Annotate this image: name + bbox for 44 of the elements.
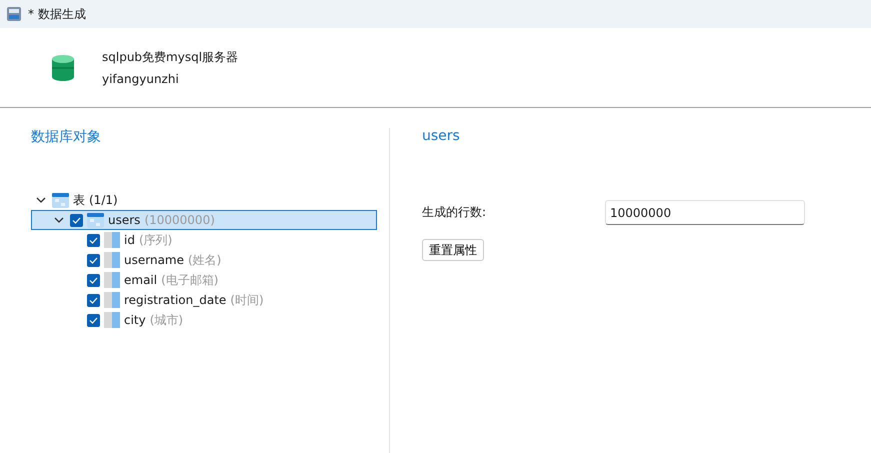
column-type: (序列) [138, 232, 172, 248]
tree-label: users [108, 213, 140, 227]
column-type: (时间) [230, 292, 264, 308]
tree-label: email [124, 273, 158, 287]
column-type: (电子邮箱) [161, 272, 218, 288]
tree-count: (1/1) [89, 193, 118, 207]
checkbox[interactable] [70, 214, 83, 226]
connection-name: sqlpub免费mysql服务器 [102, 49, 238, 66]
checkbox[interactable] [87, 234, 100, 246]
checkbox[interactable] [87, 254, 100, 266]
tree-label: registration_date [124, 293, 226, 307]
tree-item[interactable]: registration_date (时间) [31, 290, 377, 310]
tree-item[interactable]: 表 (1/1) [31, 190, 377, 210]
tree-item[interactable]: id (序列) [31, 230, 377, 250]
reset-button[interactable]: 重置属性 [422, 239, 484, 261]
column-icon [104, 292, 120, 308]
database-icon [52, 54, 74, 80]
tree-item[interactable]: username (姓名) [31, 250, 377, 270]
tree-item[interactable]: email (电子邮箱) [31, 270, 377, 290]
tree-label: city [124, 313, 146, 327]
window-title: * 数据生成 [28, 6, 86, 22]
data-icon [6, 6, 22, 22]
panel-heading: users [422, 128, 461, 146]
table-icon [52, 192, 69, 208]
column-type: (姓名) [188, 252, 222, 268]
checkbox[interactable] [87, 294, 100, 306]
column-type: (城市) [150, 312, 184, 328]
column-icon [104, 272, 120, 288]
tree-item[interactable]: city (城市) [31, 310, 377, 330]
input-field[interactable]: 10000000 [605, 200, 805, 225]
tree-label: id [124, 233, 135, 247]
column-icon [104, 232, 120, 248]
tree-label: 表 [73, 192, 85, 208]
panel-heading: 数据库对象 [31, 128, 102, 147]
tree-item[interactable]: users (10000000) [31, 210, 377, 230]
checkbox[interactable] [87, 274, 100, 286]
column-icon [104, 312, 120, 328]
field-label: 生成的行数: [422, 204, 488, 221]
checkbox[interactable] [87, 314, 100, 326]
column-icon [104, 252, 120, 268]
table-icon [87, 212, 104, 228]
row-count: (10000000) [144, 213, 215, 227]
database-name: yifangyunzhi [102, 72, 180, 86]
tree-label: username [124, 253, 184, 267]
